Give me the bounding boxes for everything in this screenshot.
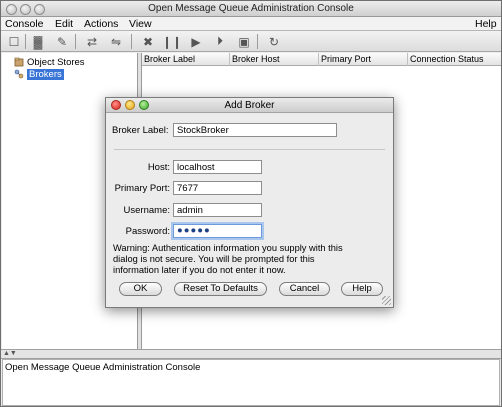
pause-all-icon[interactable]: ✖ bbox=[139, 33, 157, 50]
menu-bar: Console Edit Actions View Help bbox=[1, 17, 501, 31]
menu-help[interactable]: Help bbox=[475, 18, 497, 30]
username-field[interactable] bbox=[173, 203, 262, 217]
reset-to-defaults-button[interactable]: Reset To Defaults bbox=[174, 282, 267, 296]
toolbar-separator bbox=[131, 34, 132, 49]
window-title: Open Message Queue Administration Consol… bbox=[148, 3, 354, 14]
username-label: Username: bbox=[123, 205, 170, 216]
password-label: Password: bbox=[125, 226, 170, 237]
host-field[interactable] bbox=[173, 160, 262, 174]
help-button[interactable]: Help bbox=[341, 282, 383, 296]
brokers-icon bbox=[14, 69, 24, 79]
ok-button[interactable]: OK bbox=[119, 282, 162, 296]
dialog-title: Add Broker bbox=[224, 100, 275, 111]
column-header[interactable]: Connection Status bbox=[408, 53, 501, 66]
new-icon[interactable]: ☐ bbox=[5, 33, 23, 50]
tree-item-object-stores[interactable]: Object Stores bbox=[14, 56, 85, 68]
status-text: Open Message Queue Administration Consol… bbox=[5, 362, 201, 373]
column-header[interactable]: Broker Label bbox=[142, 53, 230, 66]
menu-view[interactable]: View bbox=[129, 18, 152, 30]
column-header[interactable]: Primary Port bbox=[319, 53, 408, 66]
broker-label-field[interactable] bbox=[173, 123, 337, 137]
primary-port-label: Primary Port: bbox=[114, 183, 170, 194]
resize-grip-icon[interactable] bbox=[382, 296, 391, 305]
menu-edit[interactable]: Edit bbox=[55, 18, 73, 30]
password-field[interactable]: ●●●●● bbox=[173, 224, 262, 238]
menu-console[interactable]: Console bbox=[5, 18, 44, 30]
pause-icon[interactable]: ❙❙ bbox=[162, 33, 182, 50]
shutdown-icon[interactable]: ▣ bbox=[235, 33, 253, 50]
horizontal-splitter[interactable]: ▲▼ bbox=[1, 349, 501, 359]
tree-item-label: Object Stores bbox=[27, 56, 85, 68]
add-broker-dialog: Add Broker Broker Label: Host: Primary P… bbox=[105, 97, 394, 308]
menu-actions[interactable]: Actions bbox=[84, 18, 118, 30]
connect-icon[interactable]: ⇄ bbox=[83, 33, 101, 50]
disconnect-icon[interactable]: ⇋ bbox=[107, 33, 125, 50]
tree-item-brokers[interactable]: Brokers bbox=[14, 68, 64, 80]
main-window: Open Message Queue Administration Consol… bbox=[0, 0, 502, 407]
resume-icon[interactable]: ▶ bbox=[187, 33, 205, 50]
primary-port-field[interactable] bbox=[173, 181, 262, 195]
toolbar-separator bbox=[25, 34, 26, 49]
restart-icon[interactable]: ⏵ bbox=[211, 33, 229, 50]
column-header[interactable]: Broker Host bbox=[230, 53, 319, 66]
broker-label-label: Broker Label: bbox=[112, 125, 169, 136]
status-pane: Open Message Queue Administration Consol… bbox=[2, 359, 500, 406]
dialog-title-bar: Add Broker bbox=[106, 98, 393, 113]
table-header: Broker Label Broker Host Primary Port Co… bbox=[142, 53, 501, 66]
dialog-separator bbox=[114, 149, 385, 150]
object-stores-icon bbox=[14, 57, 24, 67]
security-warning-text: Warning: Authentication information you … bbox=[113, 243, 343, 275]
tree-item-label: Brokers bbox=[27, 68, 64, 80]
cancel-button[interactable]: Cancel bbox=[279, 282, 330, 296]
title-bar: Open Message Queue Administration Consol… bbox=[1, 1, 501, 17]
refresh-icon[interactable]: ↻ bbox=[265, 33, 283, 50]
toolbar-separator bbox=[257, 34, 258, 49]
host-label: Host: bbox=[147, 162, 170, 173]
toolbar: ☐ ▓ ✎ ⇄ ⇋ ✖ ❙❙ ▶ ⏵ ▣ ↻ bbox=[1, 31, 501, 52]
properties-icon[interactable]: ✎ bbox=[53, 33, 71, 50]
splitter-arrows-icon[interactable]: ▲▼ bbox=[3, 350, 17, 357]
delete-icon[interactable]: ▓ bbox=[29, 33, 47, 50]
toolbar-separator bbox=[75, 34, 76, 49]
